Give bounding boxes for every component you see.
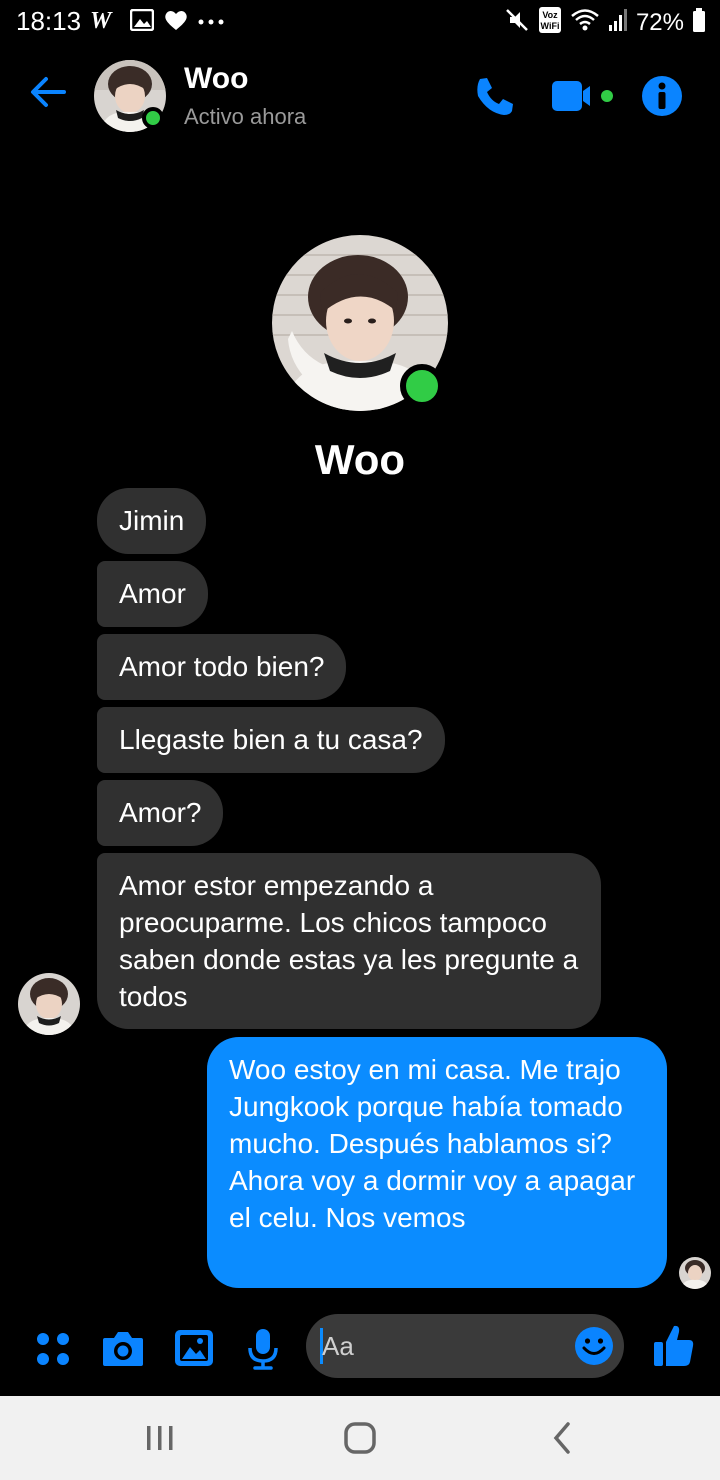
gallery-button[interactable] bbox=[172, 1326, 216, 1370]
home-button[interactable] bbox=[340, 1420, 380, 1456]
camera-icon bbox=[103, 1332, 143, 1366]
profile-online-indicator bbox=[400, 364, 444, 408]
message-input[interactable] bbox=[322, 1326, 562, 1366]
chevron-left-icon bbox=[553, 1422, 570, 1454]
like-button[interactable] bbox=[652, 1322, 696, 1370]
received-message[interactable]: Amor estor empezando a preocuparme. Los … bbox=[97, 853, 601, 1029]
microphone-icon bbox=[248, 1329, 278, 1370]
status-bar: 18:13 W Voz WiFi 72% bbox=[0, 0, 720, 44]
sender-avatar[interactable] bbox=[18, 973, 80, 1035]
sender-photo bbox=[18, 973, 80, 1035]
sent-message[interactable]: Woo estoy en mi casa. Me trajo Jungkook … bbox=[207, 1037, 667, 1288]
contact-name[interactable]: Woo bbox=[184, 62, 248, 96]
conversation-info-button[interactable] bbox=[640, 74, 684, 118]
thumbs-up-icon bbox=[654, 1325, 694, 1366]
notification-icons: W bbox=[90, 8, 224, 36]
w-app-icon: W bbox=[90, 8, 120, 36]
emoji-button[interactable] bbox=[574, 1326, 614, 1366]
image-icon bbox=[175, 1330, 213, 1366]
received-message[interactable]: Llegaste bien a tu casa? bbox=[97, 707, 445, 773]
read-receipt-photo bbox=[679, 1257, 711, 1289]
svg-text:WiFi: WiFi bbox=[540, 21, 559, 31]
svg-text:Voz: Voz bbox=[542, 10, 558, 20]
gallery-icon bbox=[129, 8, 155, 36]
mute-icon bbox=[504, 7, 530, 38]
message-input-container[interactable] bbox=[306, 1314, 624, 1378]
voice-call-button[interactable] bbox=[472, 74, 516, 118]
info-icon bbox=[642, 76, 682, 116]
profile-name: Woo bbox=[314, 436, 406, 483]
back-arrow-icon bbox=[31, 77, 66, 107]
received-message[interactable]: Amor todo bien? bbox=[97, 634, 347, 700]
system-navigation-bar bbox=[0, 1396, 720, 1480]
signal-icon bbox=[608, 7, 628, 38]
recent-apps-icon bbox=[147, 1426, 173, 1450]
home-icon bbox=[344, 1422, 376, 1454]
received-message[interactable]: Amor? bbox=[97, 780, 224, 846]
svg-text:W: W bbox=[90, 9, 113, 31]
received-message[interactable]: Amor bbox=[97, 561, 208, 627]
recent-apps-button[interactable] bbox=[140, 1420, 180, 1456]
video-camera-icon bbox=[552, 81, 613, 111]
more-dots-icon bbox=[198, 14, 224, 32]
chat-header: Woo Activo ahora bbox=[0, 44, 720, 148]
smiley-icon bbox=[575, 1327, 613, 1365]
online-indicator bbox=[142, 107, 164, 129]
camera-button[interactable] bbox=[101, 1326, 145, 1370]
more-actions-button[interactable] bbox=[32, 1326, 76, 1370]
system-icons: Voz WiFi 72% bbox=[504, 6, 706, 39]
contact-status: Activo ahora bbox=[184, 104, 307, 129]
received-message[interactable]: Jimin bbox=[97, 488, 207, 554]
status-time: 18:13 bbox=[16, 6, 82, 36]
read-receipt-avatar bbox=[679, 1257, 711, 1289]
voice-message-button[interactable] bbox=[241, 1326, 285, 1370]
wifi-icon bbox=[570, 7, 600, 38]
message-composer bbox=[0, 1308, 720, 1396]
four-dots-icon bbox=[37, 1333, 69, 1365]
video-call-button[interactable] bbox=[550, 78, 616, 114]
back-button[interactable] bbox=[26, 70, 70, 114]
battery-icon bbox=[692, 7, 706, 38]
system-back-button[interactable] bbox=[544, 1420, 584, 1456]
battery-percentage: 72% bbox=[635, 8, 684, 36]
phone-icon bbox=[477, 78, 513, 115]
vowifi-icon: Voz WiFi bbox=[538, 6, 562, 39]
heart-icon bbox=[164, 9, 188, 36]
